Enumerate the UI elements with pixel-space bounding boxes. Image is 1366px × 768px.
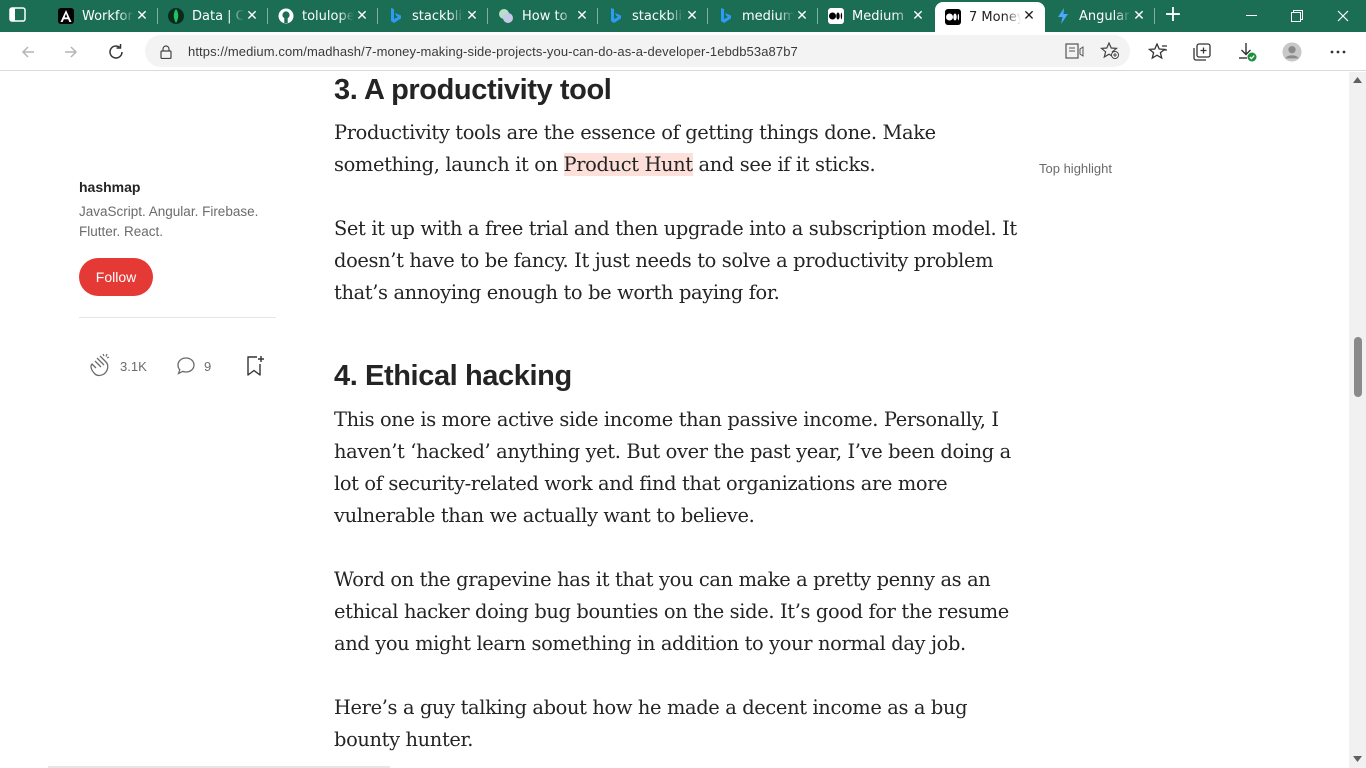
tab-medium[interactable]: Medium ✕ bbox=[818, 0, 934, 32]
close-window-button[interactable] bbox=[1320, 0, 1366, 32]
paragraph-hacking-2: Word on the grapevine has it that you ca… bbox=[334, 568, 1009, 655]
chat-bubbles-icon bbox=[498, 8, 514, 24]
forward-button[interactable] bbox=[57, 38, 85, 66]
bookmark-add-icon[interactable] bbox=[245, 355, 265, 380]
author-name[interactable]: hashmap bbox=[79, 179, 140, 195]
paragraph-text: and see if it sticks. bbox=[692, 153, 876, 176]
back-button[interactable] bbox=[14, 38, 42, 66]
close-tab-icon[interactable]: ✕ bbox=[1021, 8, 1037, 24]
tab-title: medium bbox=[742, 8, 794, 24]
tab-strip: Workforce ✕ Data | Cloud ✕ tolulope ✕ st… bbox=[0, 0, 1366, 32]
bing-icon bbox=[608, 8, 624, 24]
responses-icon[interactable] bbox=[176, 356, 196, 379]
bing-icon bbox=[718, 8, 734, 24]
url-text[interactable]: https://medium.com/madhash/7-money-makin… bbox=[188, 44, 798, 59]
restore-button[interactable] bbox=[1274, 0, 1320, 32]
close-tab-icon[interactable]: ✕ bbox=[354, 8, 370, 24]
new-tab-button[interactable]: + bbox=[1161, 4, 1185, 28]
paragraph-hacking-3: Here’s a guy talking about how he made a… bbox=[334, 696, 968, 751]
close-tab-icon[interactable]: ✕ bbox=[134, 8, 150, 24]
collections-icon[interactable] bbox=[1192, 42, 1212, 62]
tab-title: tolulope bbox=[302, 8, 354, 24]
tab-workforce[interactable]: Workforce ✕ bbox=[48, 0, 158, 32]
refresh-button[interactable] bbox=[102, 38, 130, 66]
paragraph-hacking-1: This one is more active side income than… bbox=[334, 408, 1011, 527]
more-menu-icon[interactable] bbox=[1328, 42, 1348, 62]
tab-actions-icon[interactable] bbox=[8, 6, 30, 26]
browser-toolbar: https://medium.com/madhash/7-money-makin… bbox=[0, 32, 1366, 71]
favorites-icon[interactable] bbox=[1148, 42, 1168, 62]
close-tab-icon[interactable]: ✕ bbox=[910, 8, 926, 24]
scroll-up-arrow-icon[interactable] bbox=[1353, 77, 1362, 83]
medium-logo-icon bbox=[945, 9, 961, 25]
close-tab-icon[interactable]: ✕ bbox=[684, 8, 700, 24]
tab-github-tolulope[interactable]: tolulope ✕ bbox=[268, 0, 378, 32]
tab-title: Workforce bbox=[82, 8, 134, 24]
clap-icon[interactable] bbox=[88, 352, 114, 381]
angular-a-icon bbox=[58, 8, 74, 24]
close-tab-icon[interactable]: ✕ bbox=[1131, 8, 1147, 24]
tab-title: How to bbox=[522, 8, 568, 24]
tab-title: 7 Money bbox=[969, 9, 1021, 25]
tab-title: Data | Cloud bbox=[192, 8, 244, 24]
section-heading-ethical-hacking: 4. Ethical hacking bbox=[334, 360, 572, 392]
tab-stackblitz-search-2[interactable]: stackblitz ✕ bbox=[598, 0, 708, 32]
sidebar-divider bbox=[79, 317, 276, 318]
tab-data-cloud[interactable]: Data | Cloud ✕ bbox=[158, 0, 268, 32]
paragraph-productivity-1: Productivity tools are the essence of ge… bbox=[334, 117, 1024, 181]
address-bar[interactable]: https://medium.com/madhash/7-money-makin… bbox=[145, 35, 1130, 67]
medium-logo-icon bbox=[828, 8, 844, 24]
downloads-icon[interactable] bbox=[1237, 42, 1257, 62]
tab-7-money-active[interactable]: 7 Money ✕ bbox=[935, 2, 1045, 32]
top-highlight-text[interactable]: Product Hunt bbox=[563, 153, 693, 176]
close-tab-icon[interactable]: ✕ bbox=[794, 8, 810, 24]
close-tab-icon[interactable]: ✕ bbox=[574, 8, 590, 24]
mongodb-leaf-icon bbox=[168, 8, 184, 24]
author-bio: JavaScript. Angular. Firebase. Flutter. … bbox=[79, 204, 259, 239]
tab-title: Medium bbox=[852, 8, 904, 24]
tab-stackblitz-search[interactable]: stackblitz ✕ bbox=[378, 0, 488, 32]
stackblitz-bolt-icon bbox=[1055, 8, 1071, 24]
tab-medium-search[interactable]: medium ✕ bbox=[708, 0, 818, 32]
tab-separator bbox=[1154, 8, 1155, 24]
page-content: hashmap JavaScript. Angular. Firebase. F… bbox=[0, 72, 1349, 768]
tab-angular[interactable]: Angular ✕ bbox=[1045, 0, 1155, 32]
follow-button[interactable]: Follow bbox=[79, 258, 153, 296]
lock-icon[interactable] bbox=[160, 44, 172, 63]
add-favorite-icon[interactable] bbox=[1099, 41, 1120, 64]
paragraph-productivity-2: Set it up with a free trial and then upg… bbox=[334, 217, 1017, 304]
section-heading-productivity-tool: 3. A productivity tool bbox=[334, 74, 612, 106]
tab-how-to[interactable]: How to ✕ bbox=[488, 0, 598, 32]
tab-title: Angular bbox=[1079, 8, 1130, 24]
close-tab-icon[interactable]: ✕ bbox=[464, 8, 480, 24]
tab-title: stackblitz bbox=[412, 8, 464, 24]
bing-icon bbox=[388, 8, 404, 24]
page-scrollbar[interactable] bbox=[1349, 72, 1366, 768]
immersive-reader-icon[interactable] bbox=[1065, 43, 1085, 63]
scrollbar-thumb[interactable] bbox=[1354, 337, 1362, 397]
github-icon bbox=[278, 8, 294, 24]
responses-count: 9 bbox=[204, 359, 212, 374]
clap-count: 3.1K bbox=[120, 359, 147, 374]
scroll-down-arrow-icon[interactable] bbox=[1353, 756, 1362, 762]
tab-title: stackblitz bbox=[632, 8, 684, 24]
close-tab-icon[interactable]: ✕ bbox=[244, 8, 260, 24]
top-highlight-label: Top highlight bbox=[1039, 161, 1112, 176]
minimize-button[interactable] bbox=[1228, 0, 1274, 32]
profile-avatar-icon[interactable] bbox=[1282, 42, 1302, 62]
